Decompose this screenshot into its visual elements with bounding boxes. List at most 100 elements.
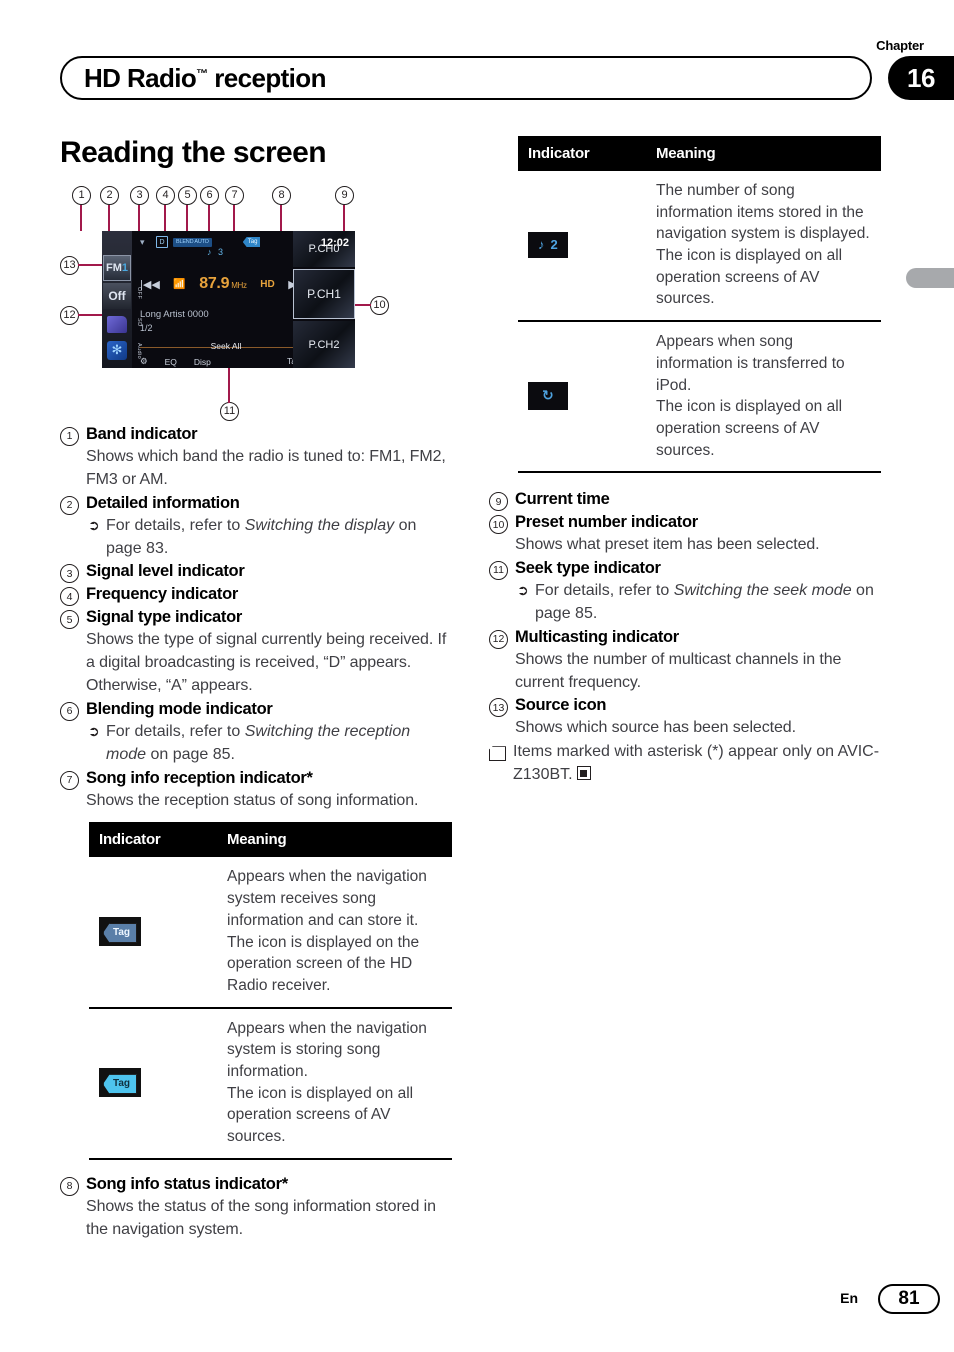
leader-5 xyxy=(186,205,188,233)
item-title: Song info reception indicator* xyxy=(86,768,313,787)
left-item-list: 1 Band indicator Shows which band the ra… xyxy=(60,424,452,812)
list-item: 8 Song info status indicator* Shows the … xyxy=(60,1174,452,1242)
device-band-button[interactable]: FM 1 xyxy=(103,255,131,281)
ref-italic: Switching the seek mode xyxy=(673,582,852,599)
chapter-number-badge: 16 xyxy=(888,56,954,100)
callout-1: 1 xyxy=(72,186,91,205)
tag-icon-wrapper: Tag xyxy=(99,917,142,946)
list-item: 4 Frequency indicator xyxy=(60,584,452,607)
item-title: Signal type indicator xyxy=(86,608,242,627)
list-item: 11 Seek type indicator ➲ For details, ref… xyxy=(489,558,881,626)
column-header-indicator: Indicator xyxy=(518,136,646,171)
column-header-meaning: Meaning xyxy=(217,822,452,858)
device-off-button[interactable]: Off xyxy=(103,283,131,309)
ref-italic: Switching the display xyxy=(244,516,395,534)
device-screen: FM1 Off ✻ AV1 OFF SD Audio ▾ D BLEND AUT… xyxy=(102,231,355,368)
device-multicast-text: 1/2 xyxy=(140,323,153,333)
signal-antenna-icon: 📶 xyxy=(173,278,186,290)
right-column: Indicator Meaning ♪ 2 The number of song… xyxy=(489,136,881,788)
item-number: 8 xyxy=(60,1176,79,1196)
page-title-main: HD Radio xyxy=(84,62,197,93)
meaning-cell: Appears when the navigation system is st… xyxy=(217,1007,452,1160)
edge-tab-marker xyxy=(906,268,954,288)
callout-10: 10 xyxy=(370,296,389,315)
device-bluetooth-button[interactable]: ✻ xyxy=(103,337,131,363)
meaning-cell: Appears when the navigation system recei… xyxy=(217,857,452,1009)
column-header-indicator: Indicator xyxy=(89,822,217,858)
item-number: 4 xyxy=(60,587,79,607)
note-marker-icon xyxy=(489,746,506,762)
callout-13: 13 xyxy=(60,256,79,275)
frequency-value: 87.9 xyxy=(199,275,230,292)
item-title: Detailed information xyxy=(86,493,240,512)
note-text-content: Items marked with asterisk (*) appear on… xyxy=(513,743,880,784)
device-eq-button[interactable]: EQ xyxy=(165,357,177,367)
table-header-row: Indicator Meaning xyxy=(89,822,452,858)
item-title: Signal level indicator xyxy=(86,562,245,581)
signal-type-icon: D xyxy=(156,236,168,248)
table-header-row: Indicator Meaning xyxy=(518,136,881,171)
device-sd-button[interactable] xyxy=(103,311,131,337)
av-icon: AV1 xyxy=(106,367,128,368)
device-av-button[interactable]: AV1 xyxy=(103,363,131,368)
callout-6: 6 xyxy=(200,186,219,205)
trademark-symbol: ™ xyxy=(196,65,208,80)
device-screen-figure: 1 2 3 4 5 6 7 8 9 13 12 10 11 FM 1 Off ✻… xyxy=(60,184,452,424)
item-title: Multicasting indicator xyxy=(515,627,679,646)
hd-logo-icon: HD xyxy=(260,278,275,290)
indicator-cell: ♪ 2 xyxy=(518,171,646,323)
reference-arrow-icon: ➲ xyxy=(517,582,529,598)
ref-pre: For details, refer to xyxy=(106,722,245,740)
item-number: 11 xyxy=(489,561,508,581)
page-title-pill: HD Radio™ reception xyxy=(60,56,872,100)
list-item: 3 Signal level indicator xyxy=(60,561,452,584)
blending-mode-icon: BLEND AUTO xyxy=(173,237,212,247)
gear-icon[interactable]: ⚙ xyxy=(140,356,148,367)
list-item: 13 Source icon Shows which source has be… xyxy=(489,695,881,740)
device-artist-text: Long Artist 0000 xyxy=(140,309,209,320)
callout-7: 7 xyxy=(225,186,244,205)
item-reference: ➲ For details, refer to Switching the rec… xyxy=(88,721,452,767)
ref-pre: For details, refer to xyxy=(106,516,245,534)
page-title: HD Radio™ reception xyxy=(62,63,326,94)
footer-page-number: 81 xyxy=(878,1284,940,1314)
device-preset-next[interactable]: P.CH2 xyxy=(293,321,355,368)
table-row: ♪ 2 The number of song information items… xyxy=(518,171,881,323)
callout-12: 12 xyxy=(60,306,79,325)
left-item-list-after: 8 Song info status indicator* Shows the … xyxy=(60,1174,452,1242)
item-body: Shows which band the radio is tuned to: … xyxy=(86,447,446,488)
callout-2: 2 xyxy=(100,186,119,205)
indicator-cell: ↻ xyxy=(518,321,646,474)
meaning-cell: Appears when song information is transfe… xyxy=(646,321,881,474)
device-band-label: FM xyxy=(105,262,122,274)
item-title: Current time xyxy=(515,490,610,509)
item-title: Source icon xyxy=(515,696,607,715)
item-title: Band indicator xyxy=(86,425,198,443)
footer-language: En xyxy=(840,1290,858,1306)
table-row: Tag Appears when the navigation system i… xyxy=(89,1007,452,1160)
song-info-count: 3 xyxy=(218,247,226,257)
item-number: 1 xyxy=(60,427,79,446)
note-item: Items marked with asterisk (*) appear on… xyxy=(489,741,881,787)
device-clock: 12:02 xyxy=(320,237,349,249)
device-disp-button[interactable]: Disp xyxy=(194,357,211,367)
device-preset-current[interactable]: P.CH1 xyxy=(293,269,355,319)
device-seek-type[interactable]: Seek All xyxy=(162,341,290,351)
skip-previous-icon[interactable]: |◀◀ xyxy=(140,278,160,291)
item-number: 6 xyxy=(60,701,79,721)
callout-8: 8 xyxy=(272,186,291,205)
ref-post: on page 85. xyxy=(146,745,235,763)
right-item-list: 9 Current time 10 Preset number indicato… xyxy=(489,489,881,787)
ref-pre: For details, refer to xyxy=(535,582,674,599)
column-header-meaning: Meaning xyxy=(646,136,881,171)
item-body: Shows the number of multicast channels i… xyxy=(515,650,842,691)
item-number: 2 xyxy=(60,495,79,515)
leader-13 xyxy=(78,264,104,266)
music-note-count-icon: ♪ 2 xyxy=(528,231,568,259)
song-info-reception-icon: Tag xyxy=(242,237,261,247)
item-title: Song info status indicator* xyxy=(86,1174,288,1193)
callout-11: 11 xyxy=(220,402,239,421)
chapter-label: Chapter xyxy=(876,38,924,53)
item-number: 10 xyxy=(489,515,508,535)
music-note-count: 2 xyxy=(550,236,558,252)
